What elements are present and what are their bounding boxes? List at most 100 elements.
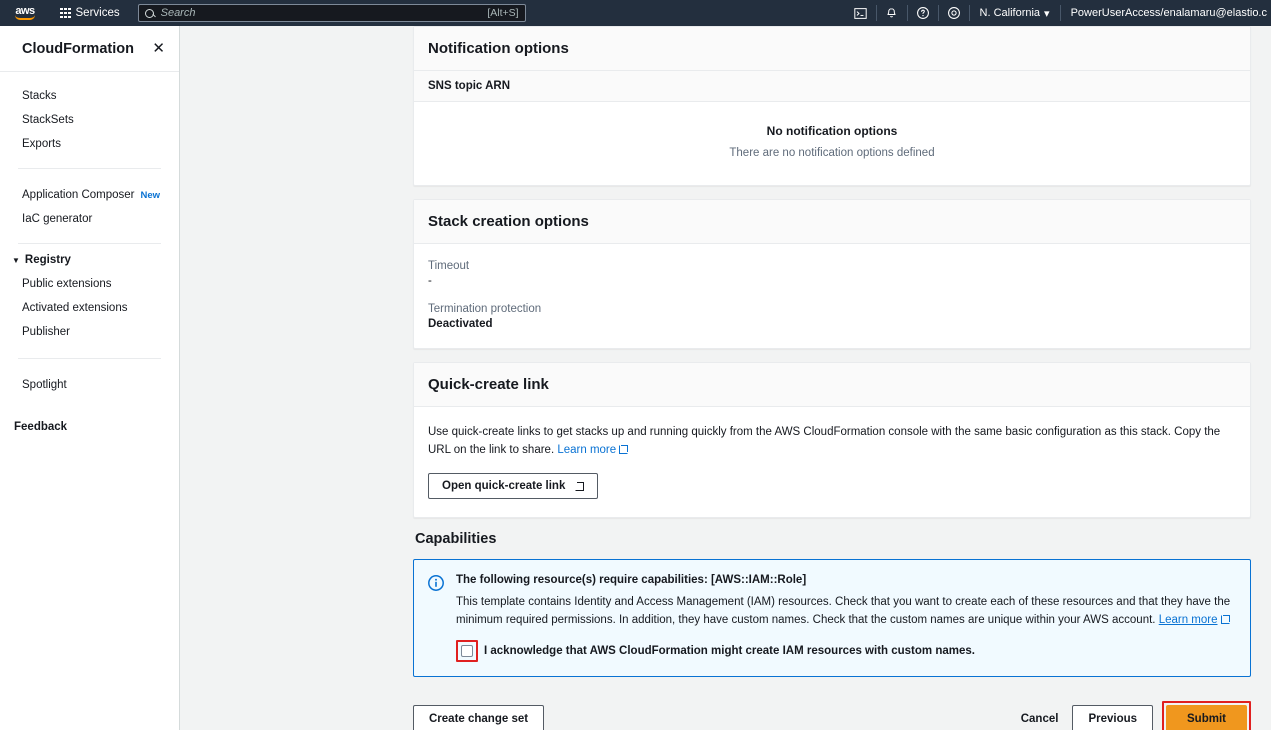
card-title: Notification options (428, 40, 569, 57)
feedback-label: Feedback (14, 421, 68, 433)
top-navigation-bar: aws Services Search [Alt+S] N. Californi… (0, 0, 1271, 26)
capabilities-alert-title: The following resource(s) require capabi… (456, 574, 807, 586)
acknowledge-checkbox[interactable] (461, 645, 473, 657)
close-icon[interactable]: ✕ (152, 41, 165, 56)
quick-create-description: Use quick-create links to get stacks up … (428, 423, 1236, 459)
account-menu[interactable]: PowerUserAccess/enalamaru@elastio.c (1061, 0, 1271, 26)
capabilities-alert-text: This template contains Identity and Acce… (456, 596, 1231, 626)
sidebar-item-feedback[interactable]: Feedback (0, 407, 179, 439)
stack-creation-options-header: Stack creation options (414, 200, 1250, 244)
capabilities-alert-body: This template contains Identity and Acce… (456, 593, 1236, 629)
sidebar-navigation: CloudFormation ✕ Stacks StackSets Export… (0, 26, 180, 730)
sidebar-item-stacks[interactable]: Stacks (0, 84, 179, 108)
acknowledge-checkbox-wrapper (456, 640, 478, 662)
sidebar-item-public-extensions[interactable]: Public extensions (0, 272, 179, 296)
termination-protection-label: Termination protection (428, 303, 542, 315)
sns-topic-arn-row: SNS topic ARN (414, 71, 1250, 102)
external-link-icon (1220, 615, 1230, 624)
cloudshell-icon[interactable] (846, 0, 876, 26)
sidebar-item-label: Exports (22, 138, 61, 150)
timeout-value: - (428, 275, 432, 287)
submit-button[interactable]: Submit (1166, 705, 1247, 730)
sidebar-item-label: Publisher (22, 326, 70, 338)
new-badge: New (140, 190, 161, 201)
capabilities-alert-content: The following resource(s) require capabi… (456, 574, 1236, 662)
chevron-down-icon: ▾ (1044, 7, 1050, 20)
sidebar-header: CloudFormation ✕ (0, 26, 179, 72)
search-placeholder: Search (160, 7, 196, 19)
sidebar-item-activated-extensions[interactable]: Activated extensions (0, 296, 179, 320)
sidebar-item-iac-generator[interactable]: IaC generator (0, 207, 179, 231)
sidebar-service-title: CloudFormation (22, 40, 134, 57)
notification-options-card: Notification options SNS topic ARN No no… (413, 26, 1251, 186)
account-label: PowerUserAccess/enalamaru@elastio.c (1070, 7, 1267, 19)
sidebar-item-label: Application Composer (22, 189, 135, 201)
previous-button[interactable]: Previous (1072, 705, 1154, 730)
termination-protection-value: Deactivated (428, 318, 493, 330)
card-title: Stack creation options (428, 213, 589, 230)
notification-options-header: Notification options (414, 27, 1250, 71)
wizard-footer-actions: Create change set Cancel Previous Submit (413, 701, 1251, 730)
search-icon (144, 8, 154, 18)
quick-create-link-header: Quick-create link (414, 363, 1250, 407)
help-question-icon[interactable] (908, 0, 938, 26)
capabilities-alert: The following resource(s) require capabi… (413, 559, 1251, 677)
acknowledge-row: I acknowledge that AWS CloudFormation mi… (456, 640, 1236, 662)
sidebar-section-registry[interactable]: ▼ Registry (0, 246, 179, 272)
sidebar-group-registry: Public extensions Activated extensions P… (0, 272, 179, 344)
sidebar-group-spotlight: Spotlight (0, 361, 179, 407)
external-link-icon (619, 445, 629, 454)
region-selector[interactable]: N. California ▾ (970, 0, 1060, 26)
sidebar-item-application-composer[interactable]: Application Composer New (0, 183, 179, 207)
empty-state-subtitle: There are no notification options define… (729, 147, 935, 159)
grid-menu-icon (60, 7, 71, 19)
chevron-down-icon: ▼ (12, 255, 20, 265)
learn-more-link[interactable]: Learn more (1159, 614, 1230, 626)
sidebar-divider (18, 243, 161, 244)
sidebar-item-label: Public extensions (22, 278, 112, 290)
termination-protection-field: Termination protection Deactivated (428, 303, 1236, 330)
search-input[interactable]: Search [Alt+S] (137, 4, 526, 22)
acknowledge-label[interactable]: I acknowledge that AWS CloudFormation mi… (484, 645, 975, 657)
sidebar-divider (18, 168, 161, 169)
stack-creation-options-body: Timeout - Termination protection Deactiv… (414, 244, 1250, 348)
quick-create-link-card: Quick-create link Use quick-create links… (413, 362, 1251, 518)
top-nav-right-group: N. California ▾ PowerUserAccess/enalamar… (846, 0, 1271, 26)
sidebar-item-label: IaC generator (22, 213, 93, 225)
search-shortcut-hint: [Alt+S] (487, 7, 519, 19)
sidebar-item-label: StackSets (22, 114, 74, 126)
external-link-icon (575, 481, 585, 491)
empty-state-title: No notification options (766, 124, 898, 138)
aws-logo[interactable]: aws (10, 3, 40, 23)
stack-creation-options-card: Stack creation options Timeout - Termina… (413, 199, 1251, 349)
sidebar-divider (18, 358, 161, 359)
timeout-label: Timeout (428, 260, 470, 272)
quick-create-link-body: Use quick-create links to get stacks up … (414, 407, 1250, 517)
open-quick-create-link-label: Open quick-create link (442, 480, 566, 492)
notifications-bell-icon[interactable] (877, 0, 907, 26)
info-icon (428, 575, 444, 591)
sidebar-item-stacksets[interactable]: StackSets (0, 108, 179, 132)
content-column: Notification options SNS topic ARN No no… (413, 26, 1251, 730)
submit-button-wrapper: Submit (1162, 701, 1251, 730)
learn-more-label: Learn more (1158, 614, 1218, 626)
quick-create-description-text: Use quick-create links to get stacks up … (428, 426, 1221, 456)
learn-more-label: Learn more (557, 444, 617, 456)
sidebar-item-label: Stacks (22, 90, 57, 102)
learn-more-link[interactable]: Learn more (557, 444, 629, 456)
sidebar-item-publisher[interactable]: Publisher (0, 320, 179, 344)
sidebar-item-exports[interactable]: Exports (0, 132, 179, 156)
sidebar-item-label: Spotlight (22, 379, 67, 391)
services-menu-button[interactable]: Services (52, 4, 128, 22)
timeout-field: Timeout - (428, 260, 1236, 287)
settings-gear-icon[interactable] (939, 0, 969, 26)
capabilities-heading: Capabilities (415, 531, 497, 547)
region-label: N. California (979, 7, 1041, 19)
aws-logo-smile (15, 15, 35, 20)
sidebar-item-spotlight[interactable]: Spotlight (0, 373, 179, 397)
open-quick-create-link-button[interactable]: Open quick-create link (428, 473, 599, 499)
create-change-set-button[interactable]: Create change set (413, 705, 545, 730)
card-title: Quick-create link (428, 376, 549, 393)
sidebar-section-label: Registry (24, 254, 71, 266)
cancel-button[interactable]: Cancel (1007, 706, 1073, 730)
